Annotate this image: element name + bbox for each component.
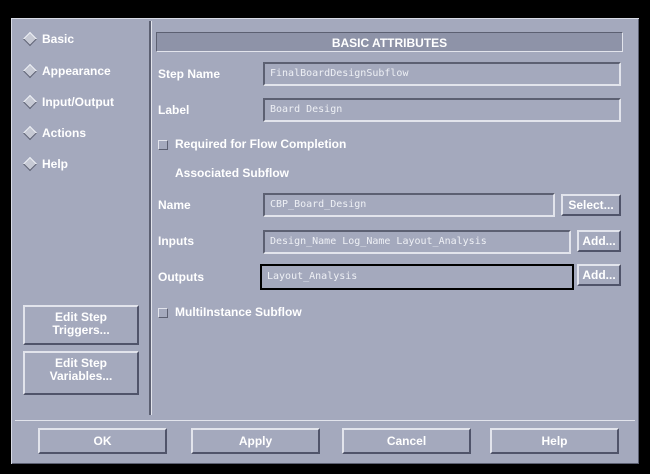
ok-button[interactable]: OK <box>38 428 167 454</box>
name-label: Name <box>158 198 191 212</box>
sidebar-item-label: Actions <box>42 126 87 140</box>
multiinstance-checkbox[interactable] <box>158 308 168 318</box>
inputs-field[interactable]: Design_Name Log_Name Layout_Analysis <box>263 230 571 254</box>
inputs-add-button[interactable]: Add... <box>577 230 621 252</box>
required-label: Required for Flow Completion <box>175 137 347 151</box>
outputs-field[interactable]: Layout_Analysis <box>260 264 574 290</box>
dialog-window: Basic Appearance Input/Output Actions He… <box>11 18 639 464</box>
associated-subflow-heading: Associated Subflow <box>175 166 290 180</box>
sidebar-item-label: Basic <box>42 32 75 46</box>
vertical-divider <box>149 21 152 415</box>
label-label: Label <box>158 103 190 117</box>
inputs-label: Inputs <box>158 234 194 248</box>
subflow-name-field[interactable]: CBP_Board_Design <box>263 193 555 217</box>
apply-button[interactable]: Apply <box>191 428 320 454</box>
sidebar-item-actions[interactable]: Actions <box>22 125 87 141</box>
sidebar-item-label: Appearance <box>42 64 111 78</box>
diamond-radio-icon <box>22 156 38 172</box>
step-name-field[interactable]: FinalBoardDesignSubflow <box>263 62 621 86</box>
edit-step-variables-button[interactable]: Edit Step Variables... <box>23 351 139 395</box>
edit-step-triggers-button[interactable]: Edit Step Triggers... <box>23 305 139 345</box>
required-checkbox[interactable] <box>158 140 168 150</box>
multiinstance-label: MultiInstance Subflow <box>175 305 302 319</box>
diamond-radio-icon <box>22 63 38 79</box>
outputs-label: Outputs <box>158 270 204 284</box>
select-button[interactable]: Select... <box>561 194 621 216</box>
cancel-button[interactable]: Cancel <box>342 428 471 454</box>
sidebar-item-appearance[interactable]: Appearance <box>22 63 111 79</box>
section-header: BASIC ATTRIBUTES <box>156 32 623 52</box>
help-button[interactable]: Help <box>490 428 619 454</box>
sidebar-item-input-output[interactable]: Input/Output <box>22 94 114 110</box>
diamond-radio-icon <box>22 31 38 47</box>
label-field[interactable]: Board Design <box>263 98 621 122</box>
footer-divider <box>15 420 635 421</box>
diamond-radio-icon <box>22 94 38 110</box>
sidebar-item-label: Help <box>42 157 69 171</box>
outputs-add-button[interactable]: Add... <box>577 264 621 286</box>
diamond-radio-icon <box>22 125 38 141</box>
sidebar-item-help[interactable]: Help <box>22 156 69 172</box>
sidebar-item-label: Input/Output <box>42 95 114 109</box>
sidebar-item-basic[interactable]: Basic <box>22 31 75 47</box>
sidebar: Basic Appearance Input/Output Actions He… <box>11 18 149 420</box>
step-name-label: Step Name <box>158 67 221 81</box>
